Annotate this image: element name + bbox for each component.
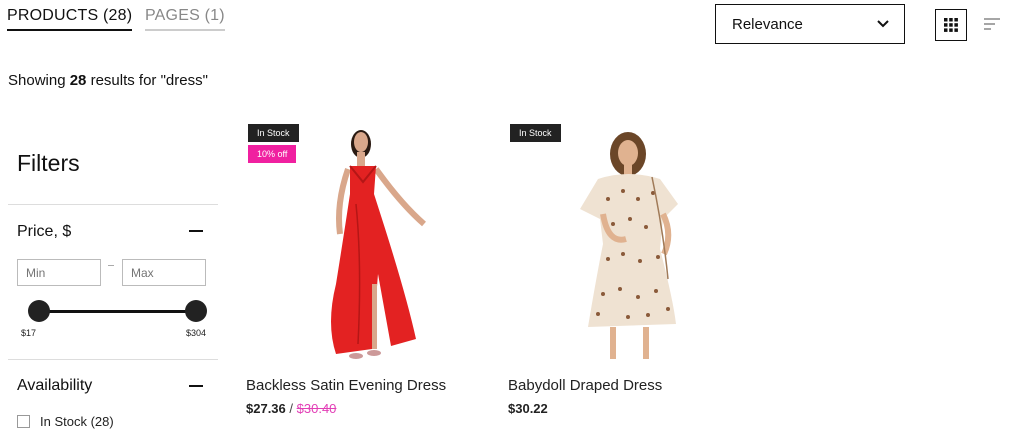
grid-icon [944,18,958,32]
product-image-babydoll-dress[interactable] [568,129,708,364]
product-compare-price: $30.40 [296,401,337,416]
range-dash [108,265,114,266]
results-prefix: Showing [8,72,70,89]
price-range-track [38,310,196,313]
price-range-max-label: $304 [186,328,207,338]
sort-select[interactable]: Relevance [715,4,905,44]
results-count: 28 [69,72,87,89]
product-image-red-dress[interactable] [296,124,446,364]
price-range-min-handle[interactable] [28,300,50,322]
price-filter-title[interactable]: Price, $ [17,223,71,241]
product-name[interactable]: Backless Satin Evening Dress [246,377,446,394]
price-min-input[interactable] [17,259,101,286]
price-range-min-label: $17 [21,328,37,338]
price-max-input[interactable] [122,259,206,286]
product-card[interactable] [508,124,738,364]
in-stock-badge: In Stock [248,124,299,142]
in-stock-label[interactable]: In Stock (28) [40,414,114,429]
divider [8,204,218,205]
divider [8,359,218,360]
results-summary: Showing 28 results for "dress" [8,72,208,89]
tab-products[interactable]: PRODUCTS (28) [7,7,133,31]
grid-view-button[interactable] [935,9,967,41]
price-range-max-handle[interactable] [185,300,207,322]
list-view-button[interactable] [980,10,1008,38]
chevron-down-icon [877,20,889,28]
collapse-price-icon[interactable] [189,230,203,232]
product-price: $30.22 [508,401,548,416]
tab-pages[interactable]: PAGES (1) [145,7,225,31]
results-suffix: results for "dress" [86,72,208,89]
product-price-row: $30.22 [508,401,548,416]
price-separator: / [289,401,294,416]
collapse-availability-icon[interactable] [189,385,203,387]
list-icon [984,18,1000,30]
product-name[interactable]: Babydoll Draped Dress [508,377,662,394]
availability-filter-title[interactable]: Availability [17,377,92,395]
filters-title: Filters [17,150,80,176]
in-stock-checkbox[interactable] [17,415,30,428]
product-price-row: $27.36 / $30.40 [246,401,336,416]
sort-selected-label: Relevance [732,15,803,33]
product-price: $27.36 [246,401,286,416]
in-stock-badge: In Stock [510,124,561,142]
discount-badge: 10% off [248,145,297,163]
